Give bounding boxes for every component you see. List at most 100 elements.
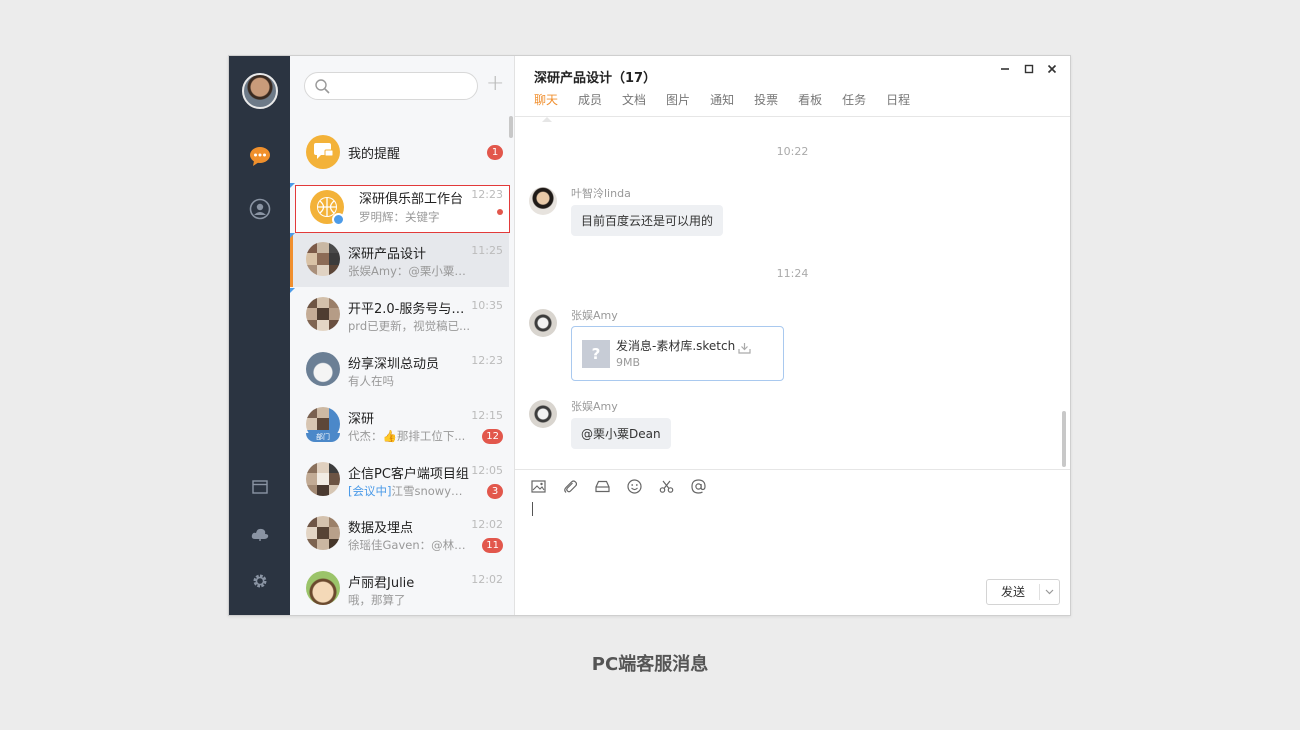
conversation-name: 深研俱乐部工作台 xyxy=(359,192,464,207)
scissors-icon[interactable] xyxy=(659,478,691,494)
app-window: + 我的提醒 1 深研俱乐部工作台 罗明辉：关键字 12:23 深研产品设计 张… xyxy=(228,55,1071,616)
window-icon[interactable] xyxy=(229,473,290,501)
unknown-file-icon: ? xyxy=(582,340,610,368)
conversation-name: 企信PC客户端项目组 xyxy=(348,467,469,482)
service-badge-icon xyxy=(332,213,345,226)
conversation-time: 12:02 xyxy=(471,573,503,586)
contacts-icon[interactable] xyxy=(229,195,290,223)
conversation-preview: 徐瑶佳Gaven：@林鸣... xyxy=(348,538,472,552)
tab-board[interactable]: 看板 xyxy=(798,91,822,108)
preview-text: 江雪snowy：[... xyxy=(391,484,472,498)
sender-avatar[interactable] xyxy=(529,309,557,337)
composer-toolbar xyxy=(531,478,723,494)
conversation-item-shenyan[interactable]: 部门 深研 代杰：👍那排工位下... 12:15 12 xyxy=(290,398,509,452)
tab-images[interactable]: 图片 xyxy=(666,91,690,108)
conversation-name: 深研 xyxy=(348,412,375,427)
tab-members[interactable]: 成员 xyxy=(578,91,602,108)
maximize-icon[interactable] xyxy=(1021,62,1037,78)
download-icon[interactable] xyxy=(738,339,751,358)
conversation-item-reminders[interactable]: 我的提醒 1 xyxy=(290,126,509,180)
file-size: 9MB xyxy=(616,356,641,369)
message-input[interactable] xyxy=(532,502,533,516)
conversation-item-shenzhen[interactable]: 纷享深圳总动员 有人在吗 12:23 xyxy=(290,343,509,397)
emoji-icon[interactable] xyxy=(627,478,659,494)
left-rail xyxy=(229,56,290,615)
send-button[interactable]: 发送 xyxy=(986,579,1060,605)
message-bubble: @栗小粟Dean xyxy=(571,418,671,449)
conversation-time: 12:23 xyxy=(471,354,503,367)
settings-gear-icon[interactable] xyxy=(229,567,290,595)
timestamp: 11:24 xyxy=(776,267,809,280)
sender-avatar[interactable] xyxy=(529,400,557,428)
composer: 发送 xyxy=(515,469,1070,615)
pin-corner-marker xyxy=(290,233,295,238)
add-plus-icon[interactable]: + xyxy=(486,73,504,96)
conversation-preview: 罗明辉：关键字 xyxy=(359,210,440,224)
chat-header: 深研产品设计（17） 聊天 成员 文档 图片 通知 投票 看板 任务 日程 xyxy=(515,56,1070,122)
tab-schedule[interactable]: 日程 xyxy=(886,91,910,108)
conversation-time: 10:35 xyxy=(471,299,503,312)
conversation-item-club-workbench[interactable]: 深研俱乐部工作台 罗明辉：关键字 12:23 xyxy=(290,182,509,236)
search-box[interactable] xyxy=(304,72,478,100)
conversation-item-design-group[interactable]: 深研产品设计 张娱Amy：@栗小粟D... 11:25 xyxy=(290,233,509,287)
drive-icon[interactable] xyxy=(595,478,627,494)
tab-tasks[interactable]: 任务 xyxy=(842,91,866,108)
conversation-item-data-tracking[interactable]: 数据及埋点 徐瑶佳Gaven：@林鸣... 12:02 11 xyxy=(290,507,509,561)
conversation-item-kaiping[interactable]: 开平2.0-服务号与消息... prd已更新，视觉稿已... 10:35 xyxy=(290,288,509,342)
conversation-list: + 我的提醒 1 深研俱乐部工作台 罗明辉：关键字 12:23 深研产品设计 张… xyxy=(290,56,515,615)
conversation-name: 纷享深圳总动员 xyxy=(348,357,440,372)
group-avatar xyxy=(306,516,340,550)
meeting-status: [会议中] xyxy=(348,484,392,498)
cartoon-avatar xyxy=(306,571,340,605)
conversation-time: 11:25 xyxy=(471,244,503,257)
conversation-time: 12:15 xyxy=(471,409,503,422)
timestamp: 10:22 xyxy=(776,145,809,158)
conversation-name: 卢丽君Julie xyxy=(348,576,415,591)
list-scrollbar[interactable] xyxy=(509,116,513,138)
send-label: 发送 xyxy=(1000,585,1025,599)
minimize-icon[interactable] xyxy=(997,62,1013,78)
conversation-item-julie[interactable]: 卢丽君Julie 哦，那算了 12:02 xyxy=(290,562,509,615)
conversation-preview: 有人在吗 xyxy=(348,374,394,388)
group-avatar xyxy=(306,242,340,276)
message-bubble: 目前百度云还是可以用的 xyxy=(571,205,724,236)
search-input[interactable] xyxy=(335,73,475,99)
conversation-item-pc-client[interactable]: 企信PC客户端项目组 [会议中]江雪snowy：[... 12:05 3 xyxy=(290,453,509,507)
unread-badge: 1 xyxy=(487,145,503,160)
chat-panel: 深研产品设计（17） 聊天 成员 文档 图片 通知 投票 看板 任务 日程 10… xyxy=(515,56,1070,615)
sender-name: 叶智泠linda xyxy=(571,187,631,200)
chat-title: 深研产品设计（17） xyxy=(534,71,657,86)
file-message-card[interactable]: ? 发消息-素材库.sketch 9MB xyxy=(571,326,784,381)
conversation-name: 深研产品设计 xyxy=(348,247,427,262)
search-row: + xyxy=(290,56,514,116)
conversation-preview: 哦，那算了 xyxy=(348,593,406,607)
chat-tabs: 聊天 成员 文档 图片 通知 投票 看板 任务 日程 xyxy=(534,91,930,122)
conversation-name: 数据及埋点 xyxy=(348,521,414,536)
tab-docs[interactable]: 文档 xyxy=(622,91,646,108)
close-icon[interactable] xyxy=(1044,62,1060,78)
sender-name: 张娱Amy xyxy=(571,309,618,322)
attachment-icon[interactable] xyxy=(563,478,595,494)
conversation-name: 开平2.0-服务号与消息... xyxy=(348,302,476,317)
conversation-time: 12:23 xyxy=(471,188,503,201)
mention-at-icon[interactable] xyxy=(691,478,723,494)
unread-badge: 3 xyxy=(487,484,503,499)
unread-badge: 11 xyxy=(482,538,503,553)
messages-icon[interactable] xyxy=(229,142,290,170)
conversation-preview: prd已更新，视觉稿已... xyxy=(348,319,471,333)
chat-scrollbar[interactable] xyxy=(1062,411,1066,467)
sender-avatar[interactable] xyxy=(529,187,557,215)
image-icon[interactable] xyxy=(531,478,563,494)
conversation-preview: [会议中]江雪snowy：[... xyxy=(348,483,472,499)
my-avatar[interactable] xyxy=(242,73,278,109)
department-tag: 部门 xyxy=(306,433,340,442)
group-avatar xyxy=(306,462,340,496)
sender-name: 张娱Amy xyxy=(571,400,618,413)
cloud-icon[interactable] xyxy=(229,520,290,548)
tab-notices[interactable]: 通知 xyxy=(710,91,734,108)
tab-votes[interactable]: 投票 xyxy=(754,91,778,108)
conversation-name: 我的提醒 xyxy=(348,147,401,162)
chevron-down-icon[interactable] xyxy=(1039,580,1060,604)
tab-chat[interactable]: 聊天 xyxy=(534,91,558,122)
group-avatar xyxy=(306,297,340,331)
